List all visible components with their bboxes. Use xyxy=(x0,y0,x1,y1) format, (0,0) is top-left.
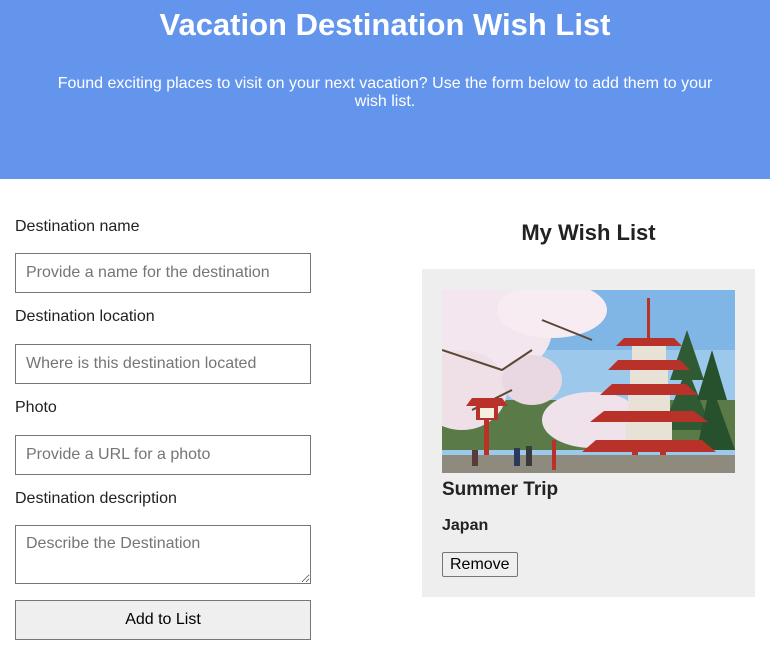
card-title: Summer Trip xyxy=(442,479,559,500)
destination-location-input[interactable] xyxy=(15,344,311,384)
pagoda-cherry-blossom-photo xyxy=(442,290,735,473)
add-to-list-button[interactable]: Add to List xyxy=(15,600,311,640)
wish-list-panel: My Wish List Summer Trip Japan Remove xyxy=(422,218,755,597)
destination-description-label: Destination description xyxy=(15,490,177,507)
photo-label: Photo xyxy=(15,399,57,416)
page-title: Vacation Destination Wish List xyxy=(159,7,611,42)
destination-name-label: Destination name xyxy=(15,218,140,235)
wish-list-heading: My Wish List xyxy=(521,220,656,245)
card-location: Japan xyxy=(442,517,489,534)
page-header: Vacation Destination Wish List Found exc… xyxy=(0,0,770,179)
remove-button[interactable]: Remove xyxy=(442,552,518,577)
wish-list-card: Summer Trip Japan Remove xyxy=(422,269,755,597)
photo-url-input[interactable] xyxy=(15,435,311,475)
destination-name-input[interactable] xyxy=(15,253,311,293)
destination-location-label: Destination location xyxy=(15,308,155,325)
page-subtitle: Found exciting places to visit on your n… xyxy=(57,75,713,110)
destination-description-textarea[interactable] xyxy=(15,525,311,584)
